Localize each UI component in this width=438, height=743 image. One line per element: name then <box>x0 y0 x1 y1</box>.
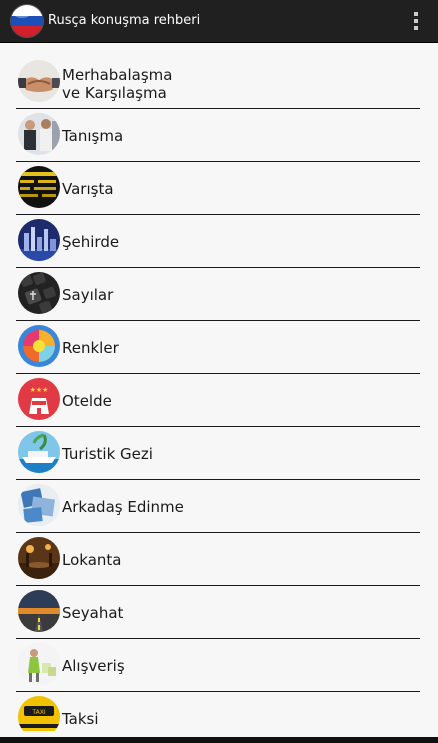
bottom-edge <box>0 737 438 743</box>
list-item-numbers[interactable]: Sayılar <box>16 268 420 321</box>
list-item-label: Seyahat <box>62 604 124 622</box>
list-item-colors[interactable]: Renkler <box>16 321 420 374</box>
numbers-keyboard-icon <box>18 272 60 314</box>
svg-text:TAXI: TAXI <box>31 709 45 716</box>
road-trip-icon <box>18 590 60 632</box>
departure-board-icon <box>18 166 60 208</box>
topic-list: Merhabalaşma ve Karşılaşma Tanışma Varış… <box>16 56 420 731</box>
colorful-rose-icon <box>18 325 60 367</box>
list-item-travel[interactable]: Seyahat <box>16 586 420 639</box>
list-item-label: Merhabalaşma ve Karşılaşma <box>62 66 173 102</box>
overflow-menu-icon[interactable] <box>412 12 420 30</box>
list-item-restaurant[interactable]: Lokanta <box>16 533 420 586</box>
list-item-making-friends[interactable]: Arkadaş Edinme <box>16 480 420 533</box>
hotel-stars-icon: ★★★ <box>18 378 60 420</box>
city-skyline-icon <box>18 219 60 261</box>
list-item-label: Taksi <box>62 710 99 728</box>
friends-photos-icon <box>18 484 60 526</box>
list-item-hotel[interactable]: ★★★ Otelde <box>16 374 420 427</box>
list-item-introductions[interactable]: Tanışma <box>16 109 420 162</box>
list-item-greetings[interactable]: Merhabalaşma ve Karşılaşma <box>16 56 420 109</box>
people-meeting-icon <box>18 113 60 155</box>
app-bar: Rusça konuşma rehberi <box>0 0 438 43</box>
list-item-label: Sayılar <box>62 286 114 304</box>
list-item-arrival[interactable]: Varışta <box>16 162 420 215</box>
list-item-in-city[interactable]: Şehirde <box>16 215 420 268</box>
list-item-shopping[interactable]: Alışveriş <box>16 639 420 692</box>
list-item-taxi[interactable]: TAXI Taksi <box>16 692 420 731</box>
list-item-label: Renkler <box>62 339 119 357</box>
restaurant-icon <box>18 537 60 579</box>
list-item-label: Alışveriş <box>62 657 125 675</box>
taxi-icon: TAXI <box>18 696 60 731</box>
cruise-ship-icon <box>18 431 60 473</box>
list-item-label: Lokanta <box>62 551 122 569</box>
svg-text:★★★: ★★★ <box>30 386 49 394</box>
list-item-label: Tanışma <box>62 127 124 145</box>
shopping-icon <box>18 643 60 685</box>
list-item-label: Varışta <box>62 180 114 198</box>
handshake-icon <box>18 60 60 102</box>
app-title: Rusça konuşma rehberi <box>48 13 201 28</box>
list-item-label: Şehirde <box>62 233 120 251</box>
list-item-sightseeing[interactable]: Turistik Gezi <box>16 427 420 480</box>
russian-flag-icon <box>11 5 43 37</box>
list-item-label: Turistik Gezi <box>62 445 153 463</box>
list-item-label: Otelde <box>62 392 112 410</box>
list-item-label: Arkadaş Edinme <box>62 498 184 516</box>
